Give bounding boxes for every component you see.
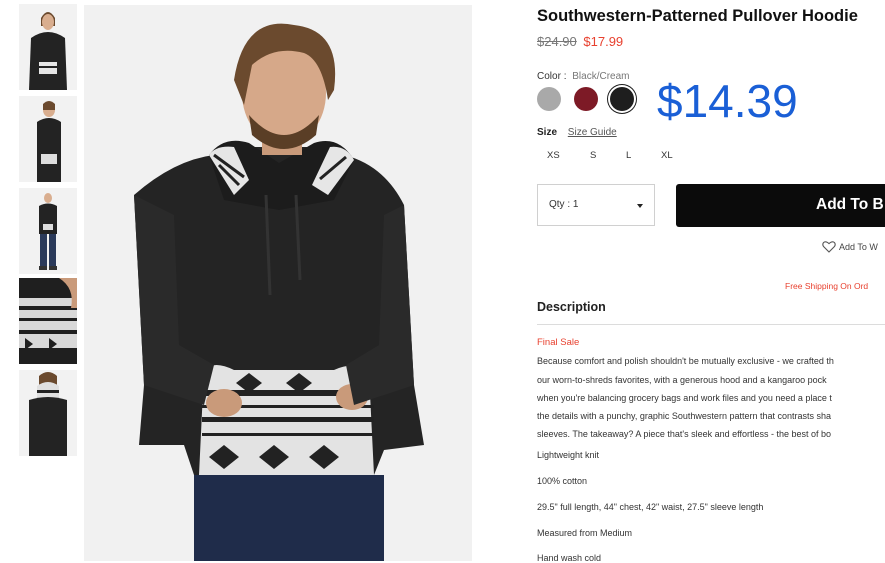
original-price: $24.90 [537, 34, 577, 49]
thumbnail-back[interactable] [19, 370, 77, 456]
size-option-s[interactable]: S [590, 150, 596, 161]
description-line: sleeves. The takeaway? A piece that's sl… [537, 429, 832, 439]
promo-price: $14.39 [657, 75, 798, 127]
description-heading: Description [537, 300, 606, 314]
color-value: Black/Cream [572, 71, 630, 82]
divider [537, 324, 885, 325]
add-to-wishlist-link[interactable]: Add To W [822, 240, 878, 253]
quantity-select[interactable]: Qty : 1 [537, 184, 655, 226]
price-row: $24.90 $17.99 [537, 34, 623, 49]
color-label: Color [537, 71, 561, 82]
swatch-heather-gray[interactable] [537, 87, 561, 111]
wishlist-label: Add To W [839, 242, 878, 252]
thumbnail-side[interactable] [19, 96, 77, 182]
detail-item: 29.5" full length, 44" chest, 42" waist,… [537, 502, 764, 512]
size-label-row: Size Size Guide [537, 127, 617, 138]
size-option-l[interactable]: L [626, 150, 631, 161]
swatch-burgundy[interactable] [574, 87, 598, 111]
description-line: the details with a punchy, graphic South… [537, 411, 832, 421]
thumbnail-front[interactable] [19, 4, 77, 90]
quantity-value: Qty : 1 [549, 199, 579, 210]
detail-item: Hand wash cold [537, 553, 602, 563]
free-shipping-note: Free Shipping On Ord [785, 281, 869, 291]
description-line: Because comfort and polish shouldn't be … [537, 356, 834, 366]
detail-item: 100% cotton [537, 476, 588, 486]
caret-down-icon [637, 204, 643, 208]
size-label: Size [537, 127, 558, 138]
detail-item: Measured from Medium [537, 528, 633, 538]
thumbnail-full-body[interactable] [19, 188, 77, 274]
size-guide-link[interactable]: Size Guide [568, 127, 617, 138]
detail-item: Lightweight knit [537, 450, 600, 460]
description-line: our worn-to-shreds favorites, with a gen… [537, 375, 827, 385]
add-to-bag-button[interactable]: Add To B [676, 184, 885, 227]
thumbnail-pocket-detail[interactable] [19, 278, 77, 364]
main-product-image[interactable] [84, 5, 472, 561]
product-title: Southwestern-Patterned Pullover Hoodie [537, 7, 858, 25]
final-sale-label: Final Sale [537, 337, 580, 348]
sale-price: $17.99 [583, 34, 624, 49]
size-option-xl[interactable]: XL [661, 150, 673, 161]
size-option-xs[interactable]: XS [547, 150, 560, 161]
swatch-black-selected[interactable] [610, 87, 634, 111]
color-separator: : [563, 71, 567, 82]
heart-outline-icon [822, 241, 836, 253]
color-label-row: Color : Black/Cream [537, 71, 630, 82]
add-to-bag-label: Add To B [816, 196, 884, 213]
description-line: when you're balancing grocery bags and w… [537, 393, 832, 403]
